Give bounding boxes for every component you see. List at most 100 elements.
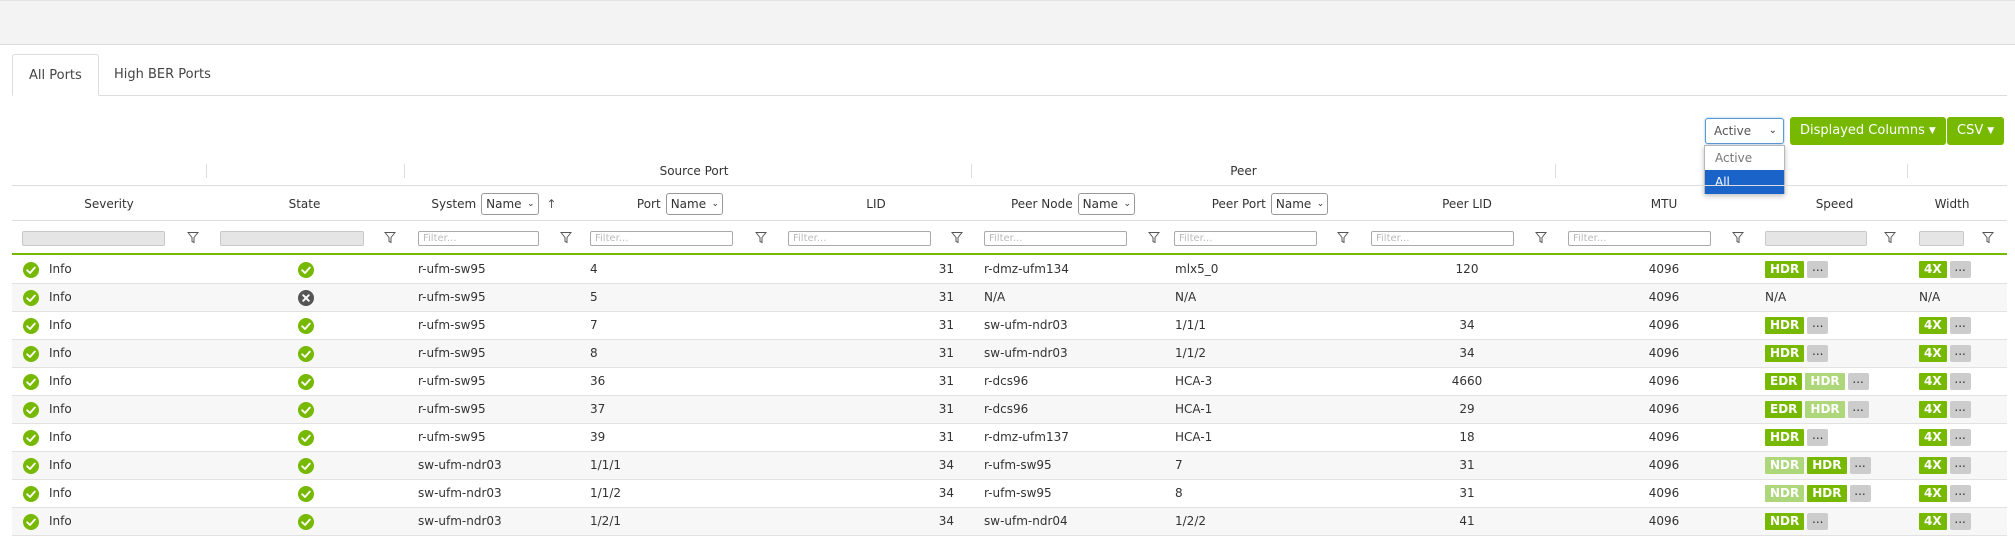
width-more-button[interactable]: ... bbox=[1949, 485, 1971, 502]
cell-peer-port[interactable]: N/A bbox=[1175, 284, 1196, 311]
header-speed[interactable]: Speed bbox=[1763, 187, 1906, 221]
speed-more-button[interactable]: ... bbox=[1847, 401, 1869, 418]
funnel-icon[interactable] bbox=[951, 231, 963, 244]
funnel-icon[interactable] bbox=[1337, 231, 1349, 244]
funnel-icon[interactable] bbox=[1732, 231, 1744, 244]
width-more-button[interactable]: ... bbox=[1949, 317, 1971, 334]
header-mtu[interactable]: MTU bbox=[1566, 187, 1762, 221]
header-severity[interactable]: Severity bbox=[12, 187, 206, 221]
port-filter-input[interactable]: Filter... bbox=[590, 231, 733, 246]
mtu-filter-input[interactable]: Filter... bbox=[1568, 231, 1711, 246]
cell-peer-port[interactable]: mlx5_0 bbox=[1175, 256, 1218, 283]
funnel-icon[interactable] bbox=[755, 231, 767, 244]
cell-peer-node[interactable]: r-dmz-ufm137 bbox=[984, 424, 1069, 451]
header-peer-node[interactable]: Peer Node Name ⌄ bbox=[975, 187, 1171, 221]
peer-node-filter-input[interactable]: Filter... bbox=[984, 231, 1127, 246]
cell-port[interactable]: 1/1/2 bbox=[590, 480, 621, 507]
table-row[interactable]: Info sw-ufm-ndr03 1/2/1 34 sw-ufm-ndr04 1/2/2… bbox=[12, 508, 2007, 536]
header-port[interactable]: Port Name ⌄ bbox=[582, 187, 778, 221]
cell-peer-port[interactable]: 8 bbox=[1175, 480, 1183, 507]
width-more-button[interactable]: ... bbox=[1949, 401, 1971, 418]
funnel-icon[interactable] bbox=[1884, 231, 1896, 244]
cell-peer-port[interactable]: 7 bbox=[1175, 452, 1183, 479]
cell-peer-node[interactable]: r-ufm-sw95 bbox=[984, 480, 1052, 507]
cell-port[interactable]: 37 bbox=[590, 396, 605, 423]
header-peer-port[interactable]: Peer Port Name ⌄ bbox=[1172, 187, 1368, 221]
width-more-button[interactable]: ... bbox=[1949, 373, 1971, 390]
tab-high-ber-ports[interactable]: High BER Ports bbox=[98, 54, 227, 96]
width-more-button[interactable]: ... bbox=[1949, 513, 1971, 530]
system-filter-input[interactable]: Filter... bbox=[418, 231, 539, 246]
cell-system[interactable]: r-ufm-sw95 bbox=[418, 340, 486, 367]
cell-port[interactable]: 1/1/1 bbox=[590, 452, 621, 479]
table-row[interactable]: Info r-ufm-sw95 4 31 r-dmz-ufm134 mlx5_0 120 40… bbox=[12, 256, 2007, 284]
cell-peer-node[interactable]: r-dcs96 bbox=[984, 368, 1028, 395]
header-lid[interactable]: LID bbox=[778, 187, 974, 221]
speed-more-button[interactable]: ... bbox=[1807, 345, 1829, 362]
table-row[interactable]: Info r-ufm-sw95 36 31 r-dcs96 HCA-3 4660 4096 ED… bbox=[12, 368, 2007, 396]
cell-peer-node[interactable]: N/A bbox=[984, 284, 1005, 311]
cell-peer-port[interactable]: HCA-1 bbox=[1175, 396, 1212, 423]
speed-filter-input[interactable] bbox=[1765, 231, 1867, 246]
width-filter-input[interactable] bbox=[1919, 231, 1964, 246]
tab-all-ports[interactable]: All Ports bbox=[12, 54, 99, 96]
lid-filter-input[interactable]: Filter... bbox=[788, 231, 931, 246]
cell-port[interactable]: 4 bbox=[590, 256, 598, 283]
width-more-button[interactable]: ... bbox=[1949, 429, 1971, 446]
cell-peer-port[interactable]: HCA-1 bbox=[1175, 424, 1212, 451]
cell-system[interactable]: r-ufm-sw95 bbox=[418, 312, 486, 339]
cell-port[interactable]: 8 bbox=[590, 340, 598, 367]
table-row[interactable]: Info r-ufm-sw95 39 31 r-dmz-ufm137 HCA-1 18 409… bbox=[12, 424, 2007, 452]
header-peer-lid[interactable]: Peer LID bbox=[1369, 187, 1565, 221]
speed-more-button[interactable]: ... bbox=[1849, 457, 1871, 474]
funnel-icon[interactable] bbox=[1535, 231, 1547, 244]
peer-node-name-select[interactable]: Name ⌄ bbox=[1077, 193, 1136, 215]
cell-peer-port[interactable]: HCA-3 bbox=[1175, 368, 1212, 395]
funnel-icon[interactable] bbox=[1982, 231, 1994, 244]
peer-port-name-select[interactable]: Name ⌄ bbox=[1270, 193, 1329, 215]
severity-filter-input[interactable] bbox=[22, 231, 165, 246]
cell-system[interactable]: sw-ufm-ndr03 bbox=[418, 480, 502, 507]
cell-system[interactable]: r-ufm-sw95 bbox=[418, 284, 486, 311]
table-row[interactable]: Info r-ufm-sw95 7 31 sw-ufm-ndr03 1/1/1 34 4096… bbox=[12, 312, 2007, 340]
displayed-columns-button[interactable]: Displayed Columns ▼ bbox=[1790, 117, 1946, 145]
cell-port[interactable]: 39 bbox=[590, 424, 605, 451]
table-row[interactable]: Info r-ufm-sw95 5 31 N/A N/A 4096 N/A N/A bbox=[12, 284, 2007, 312]
table-row[interactable]: Info r-ufm-sw95 8 31 sw-ufm-ndr03 1/1/2 34 4096… bbox=[12, 340, 2007, 368]
speed-more-button[interactable]: ... bbox=[1807, 317, 1829, 334]
cell-system[interactable]: r-ufm-sw95 bbox=[418, 424, 486, 451]
speed-more-button[interactable]: ... bbox=[1807, 429, 1829, 446]
funnel-icon[interactable] bbox=[187, 231, 199, 244]
cell-system[interactable]: r-ufm-sw95 bbox=[418, 256, 486, 283]
cell-port[interactable]: 36 bbox=[590, 368, 605, 395]
width-more-button[interactable]: ... bbox=[1949, 457, 1971, 474]
peer-port-filter-input[interactable]: Filter... bbox=[1174, 231, 1317, 246]
system-name-select[interactable]: Name ⌄ bbox=[481, 193, 539, 215]
cell-port[interactable]: 1/2/1 bbox=[590, 508, 621, 535]
sort-ascending-icon[interactable]: ↑ bbox=[547, 197, 557, 211]
cell-peer-node[interactable]: r-ufm-sw95 bbox=[984, 452, 1052, 479]
cell-peer-node[interactable]: sw-ufm-ndr03 bbox=[984, 340, 1068, 367]
cell-peer-port[interactable]: 1/2/2 bbox=[1175, 508, 1206, 535]
table-row[interactable]: Info sw-ufm-ndr03 1/1/2 34 r-ufm-sw95 8 31 4096… bbox=[12, 480, 2007, 508]
cell-port[interactable]: 7 bbox=[590, 312, 598, 339]
table-row[interactable]: Info r-ufm-sw95 37 31 r-dcs96 HCA-1 29 4096 EDR H… bbox=[12, 396, 2007, 424]
funnel-icon[interactable] bbox=[1148, 231, 1160, 244]
port-filter-select[interactable]: Active ⌄ bbox=[1705, 118, 1784, 144]
speed-more-button[interactable]: ... bbox=[1847, 373, 1869, 390]
speed-more-button[interactable]: ... bbox=[1807, 261, 1829, 278]
speed-more-button[interactable]: ... bbox=[1807, 513, 1829, 530]
cell-peer-port[interactable]: 1/1/2 bbox=[1175, 340, 1206, 367]
peer-lid-filter-input[interactable]: Filter... bbox=[1371, 231, 1514, 246]
header-state[interactable]: State bbox=[206, 187, 403, 221]
table-row[interactable]: Info sw-ufm-ndr03 1/1/1 34 r-ufm-sw95 7 31 4096… bbox=[12, 452, 2007, 480]
header-width[interactable]: Width bbox=[1907, 187, 1997, 221]
cell-system[interactable]: r-ufm-sw95 bbox=[418, 368, 486, 395]
cell-system[interactable]: sw-ufm-ndr03 bbox=[418, 452, 502, 479]
cell-system[interactable]: r-ufm-sw95 bbox=[418, 396, 486, 423]
cell-peer-node[interactable]: sw-ufm-ndr03 bbox=[984, 312, 1068, 339]
width-more-button[interactable]: ... bbox=[1949, 261, 1971, 278]
cell-system[interactable]: sw-ufm-ndr03 bbox=[418, 508, 502, 535]
funnel-icon[interactable] bbox=[560, 231, 572, 244]
csv-button[interactable]: CSV ▼ bbox=[1947, 117, 2005, 145]
